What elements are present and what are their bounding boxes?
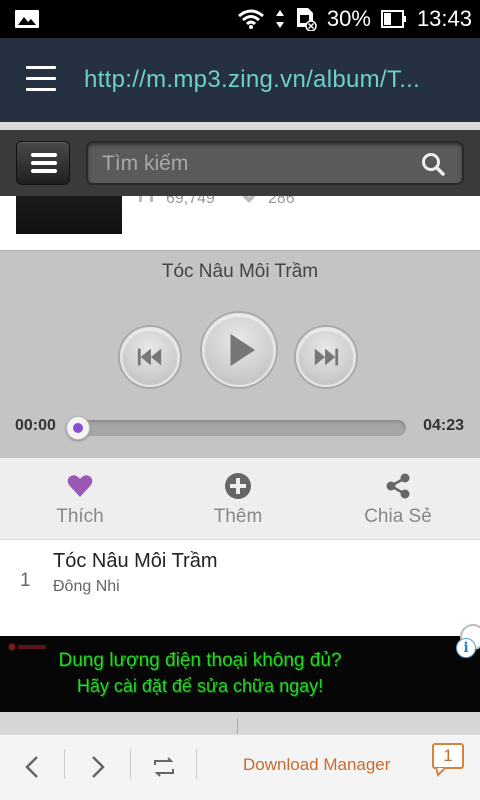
- browser-bottom-bar: Download Manager 1: [0, 734, 480, 800]
- next-button[interactable]: [296, 327, 356, 387]
- ad-subline: Hãy cài đặt để sửa chữa ngay!: [76, 676, 324, 696]
- toolbar-separator: [196, 749, 197, 779]
- tabs-icon-tail: [436, 767, 448, 777]
- add-button[interactable]: Thêm: [158, 458, 318, 540]
- plus-circle-icon: [225, 473, 251, 499]
- battery-percent: 30%: [326, 6, 371, 31]
- now-playing-title: Tóc Nâu Môi Trầm: [161, 261, 319, 282]
- site-header: [0, 130, 480, 196]
- download-manager-button[interactable]: Download Manager: [243, 755, 390, 775]
- url-field[interactable]: http://m.mp3.zing.vn/album/T...: [84, 66, 464, 94]
- ad-headline: Dung lượng điện thoại không đủ?: [58, 650, 342, 671]
- data-arrows-icon: [275, 10, 284, 28]
- seek-bar[interactable]: [66, 416, 406, 440]
- music-player: Tóc Nâu Môi Trầm 00:00 04:23: [0, 250, 480, 458]
- track-list-item[interactable]: 1 Tóc Nâu Môi Trầm Đông Nhi: [0, 540, 480, 636]
- image-notification-icon: [15, 10, 39, 28]
- track-title: Tóc Nâu Môi Trầm: [53, 550, 218, 572]
- elapsed-time: 00:00: [15, 417, 56, 434]
- battery-icon: [380, 10, 406, 28]
- tabs-button[interactable]: 1: [432, 743, 466, 779]
- footer-divider: [237, 718, 238, 734]
- wifi-icon: [237, 9, 264, 29]
- total-time: 04:23: [423, 417, 464, 434]
- search-input[interactable]: [102, 150, 402, 178]
- album-cover[interactable]: [16, 196, 122, 234]
- toolbar-separator: [64, 749, 65, 779]
- site-menu-button[interactable]: [16, 141, 70, 185]
- seek-bar-handle[interactable]: [66, 416, 90, 440]
- toolbar-divider: [0, 122, 480, 130]
- status-right-group: 30% 13:43: [237, 0, 472, 38]
- share-button[interactable]: Chia Sẻ: [318, 458, 478, 540]
- advertisement-banner[interactable]: Dung lượng điện thoại không đủ? Hãy cài …: [0, 624, 480, 712]
- screen: 30% 13:43 http://m.mp3.zing.vn/album/T..…: [0, 0, 480, 800]
- like-button[interactable]: Thích: [0, 458, 160, 540]
- share-label: Chia Sẻ: [364, 506, 432, 527]
- skip-forward-icon: [314, 348, 339, 366]
- toolbar-separator: [130, 749, 131, 779]
- search-box: [86, 141, 464, 185]
- album-info: 69,749 286: [0, 190, 480, 250]
- play-button[interactable]: [202, 313, 276, 387]
- like-label: Thích: [56, 506, 104, 527]
- no-sim-icon: [296, 8, 317, 31]
- ad-info-icon[interactable]: i: [456, 638, 476, 658]
- share-icon: [386, 473, 410, 499]
- previous-button[interactable]: [120, 327, 180, 387]
- refresh-icon[interactable]: [146, 749, 182, 785]
- tab-count: 1: [443, 746, 453, 765]
- back-icon[interactable]: [14, 749, 50, 785]
- play-icon: [230, 333, 256, 367]
- skip-back-icon: [137, 348, 162, 366]
- heart-icon: [67, 475, 93, 497]
- add-label: Thêm: [213, 506, 263, 527]
- web-content: 69,749 286 Tóc Nâu Môi Trầm: [0, 130, 480, 734]
- forward-icon[interactable]: [80, 749, 116, 785]
- track-number: 1: [20, 570, 31, 591]
- song-actions: Thích Thêm Chia Sẻ: [0, 458, 480, 540]
- search-icon[interactable]: [420, 151, 446, 177]
- track-artist: Đông Nhi: [53, 578, 120, 595]
- status-bar: 30% 13:43: [0, 0, 480, 38]
- browser-url-bar: http://m.mp3.zing.vn/album/T...: [0, 38, 480, 122]
- browser-menu-icon[interactable]: [26, 66, 56, 92]
- content-footer-strip: [0, 712, 480, 734]
- clock: 13:43: [416, 6, 472, 31]
